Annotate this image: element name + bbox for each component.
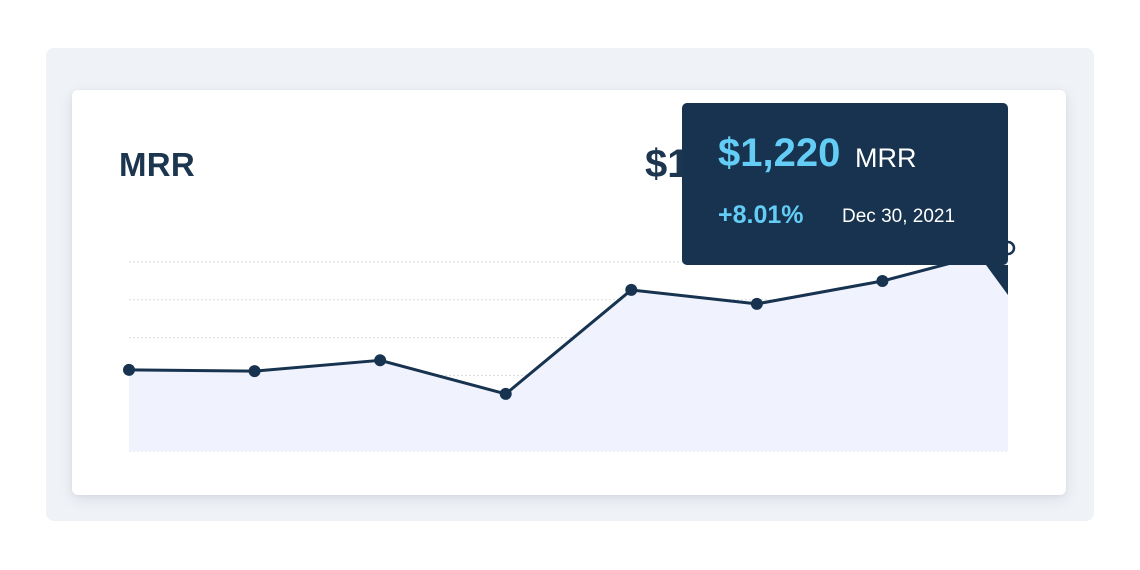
data-tooltip: $1,220 MRR +8.01% Dec 30, 2021 bbox=[682, 103, 1008, 295]
data-point[interactable] bbox=[625, 283, 638, 296]
tooltip-value: $1,220 bbox=[718, 131, 841, 175]
data-point[interactable] bbox=[123, 363, 135, 376]
data-point[interactable] bbox=[876, 275, 889, 288]
data-point[interactable] bbox=[499, 387, 512, 400]
tooltip-unit: MRR bbox=[855, 143, 917, 173]
tooltip-date: Dec 30, 2021 bbox=[842, 206, 956, 227]
data-point[interactable] bbox=[750, 297, 763, 310]
area-fill bbox=[129, 248, 1008, 451]
data-point[interactable] bbox=[248, 365, 261, 378]
data-point[interactable] bbox=[374, 354, 387, 367]
tooltip-pointer bbox=[986, 265, 1008, 295]
mrr-chart bbox=[123, 240, 1016, 452]
tooltip-change: +8.01% bbox=[718, 201, 804, 229]
